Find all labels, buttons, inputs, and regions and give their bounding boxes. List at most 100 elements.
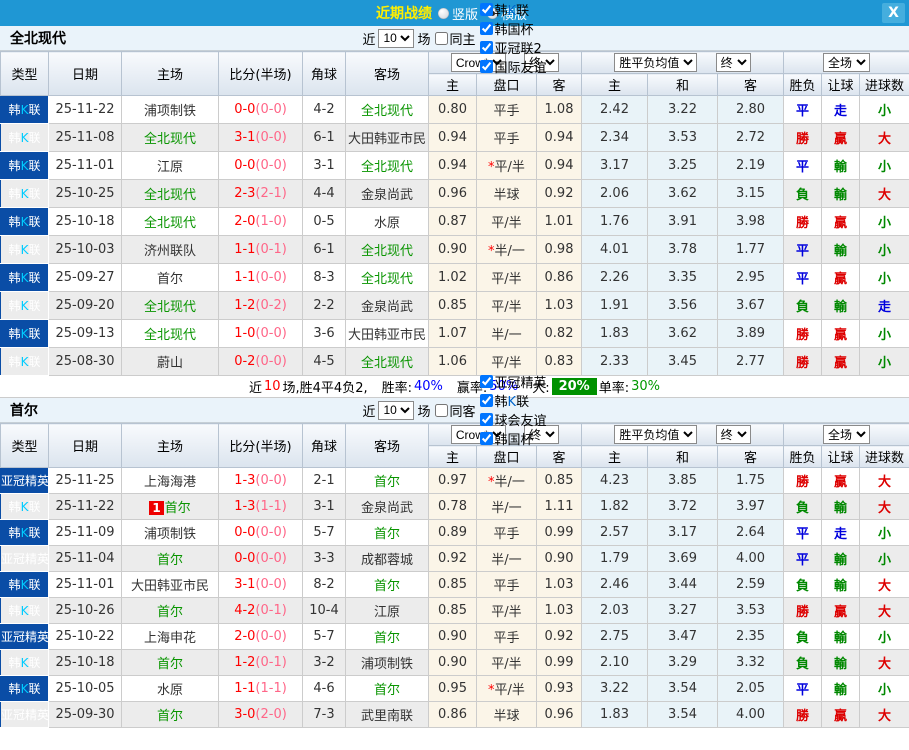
away-team: 金泉尚武	[345, 291, 429, 320]
col-corners: 角球	[302, 423, 346, 468]
k-letter: K	[20, 187, 29, 201]
avg-home-odds: 1.79	[581, 545, 649, 572]
avg-draw-odds: 3.47	[647, 623, 719, 650]
halftime-score: (2-0)	[255, 707, 287, 722]
near-label: 近	[362, 32, 376, 48]
fulltime-select-1[interactable]: 全场	[823, 425, 871, 444]
match-date: 25-10-25	[48, 179, 122, 208]
league-checkbox[interactable]	[479, 432, 493, 445]
league-checkbox[interactable]	[479, 3, 493, 16]
league-filter[interactable]: 球会友谊	[479, 410, 547, 429]
league-filter[interactable]: 韩国杯	[479, 19, 547, 38]
avg-away-odds: 2.59	[717, 571, 785, 598]
same-venue-filter-0[interactable]: 同主	[434, 29, 476, 48]
halftime-score: (0-0)	[255, 158, 287, 173]
avg-odds-select-1[interactable]: 胜平负均值	[614, 425, 698, 444]
avg-odds-select-0[interactable]: 胜平负均值	[614, 53, 698, 72]
home-team-name: 大田韩亚市民	[130, 579, 209, 594]
fulltime-score: 1-3	[234, 499, 256, 514]
corners: 0-5	[302, 207, 346, 236]
goals-result: 小	[859, 151, 909, 180]
match-type-badge: 亚冠精英	[0, 701, 49, 728]
league-filters-1: 亚冠精英 韩K联 球会友谊 韩国杯	[479, 372, 547, 448]
match-date: 25-11-01	[48, 571, 122, 598]
halftime-score: (0-0)	[255, 577, 287, 592]
avg-draw-odds: 3.44	[647, 571, 719, 598]
away-team: 大田韩亚市民	[345, 123, 429, 152]
home-team: 全北现代	[121, 207, 219, 236]
match-type-badge: 韩K联	[0, 95, 49, 124]
handicap-away-odds: 0.93	[535, 675, 583, 702]
match-row: 韩K联 25-11-08 全北现代 3-1(0-0) 6-1 大田韩亚市民 0.94 平手 0.…	[0, 123, 909, 152]
match-count-select-1[interactable]: 10	[378, 400, 415, 420]
final-odds-select-0b[interactable]: 终	[715, 53, 751, 72]
fulltime-score: 2-3	[234, 186, 256, 201]
avg-odds-group-1: 胜平负均值 终	[581, 423, 785, 446]
avg-home-odds: 2.42	[581, 95, 649, 124]
handicap-line: 半/一	[476, 319, 537, 348]
same-venue-checkbox-0[interactable]	[434, 31, 448, 45]
league-filter[interactable]: 亚冠联2	[479, 38, 547, 57]
away-team: 成都蓉城	[345, 545, 429, 572]
league-filter[interactable]: 韩国杯	[479, 429, 547, 448]
handicap-result: 贏	[821, 597, 861, 624]
col-handicap-home: 主	[428, 73, 477, 96]
avg-draw-odds: 3.78	[647, 235, 719, 264]
same-venue-filter-1[interactable]: 同客	[434, 401, 476, 420]
league-filter[interactable]: 亚冠精英	[479, 372, 547, 391]
handicap-result: 走	[821, 95, 861, 124]
avg-draw-odds: 3.29	[647, 649, 719, 676]
fulltime-score: 0-0	[234, 158, 256, 173]
score: 1-2(0-1)	[218, 649, 303, 676]
handicap-home-odds: 0.90	[428, 235, 477, 264]
avg-draw-odds: 3.72	[647, 493, 719, 520]
handicap-result: 走	[821, 519, 861, 546]
handicap-result: 輸	[821, 571, 861, 598]
fulltime-select-0[interactable]: 全场	[823, 53, 871, 72]
score: 1-1(0-1)	[218, 235, 303, 264]
league-checkbox[interactable]	[479, 394, 493, 407]
league-filter[interactable]: 国际友谊	[479, 57, 547, 76]
final-odds-select-1b[interactable]: 终	[715, 425, 751, 444]
handicap-away-odds: 0.94	[535, 123, 583, 152]
col-score: 比分(半场)	[218, 423, 303, 468]
league-checkbox[interactable]	[479, 60, 493, 73]
match-row: 韩K联 25-10-18 首尔 1-2(0-1) 3-2 浦项制铁 0.90 平/半 0.99 2…	[0, 649, 909, 676]
avg-draw-odds: 3.62	[647, 179, 719, 208]
score: 2-0(0-0)	[218, 623, 303, 650]
fulltime-score: 3-1	[234, 577, 256, 592]
home-team: 江原	[121, 151, 219, 180]
halftime-score: (1-0)	[255, 214, 287, 229]
corners: 2-2	[302, 291, 346, 320]
handicap-away-odds: 1.03	[535, 571, 583, 598]
fulltime-score: 1-2	[234, 298, 256, 313]
goals-result: 小	[859, 675, 909, 702]
home-team: 1 首尔	[121, 493, 219, 520]
corners: 8-2	[302, 571, 346, 598]
league-checkbox[interactable]	[479, 413, 493, 426]
league-filter[interactable]: 韩K联	[479, 391, 547, 410]
corners: 3-3	[302, 545, 346, 572]
league-checkbox[interactable]	[479, 41, 493, 54]
avg-home-odds: 2.33	[581, 347, 649, 376]
home-team-name: 水原	[156, 683, 183, 698]
matches-table-1: 类型 日期 主场 比分(半场) 角球 客场 Crow* 终 胜平负均值 终 全场	[0, 423, 909, 728]
match-result: 平	[783, 95, 823, 124]
league-checkbox[interactable]	[479, 22, 493, 35]
league-checkbox[interactable]	[479, 375, 493, 388]
handicap-result: 輸	[821, 623, 861, 650]
match-count-select-0[interactable]: 10	[378, 28, 415, 48]
corners: 6-1	[302, 235, 346, 264]
handicap-away-odds: 1.08	[535, 95, 583, 124]
same-venue-checkbox-1[interactable]	[434, 403, 448, 417]
match-date: 25-08-30	[48, 347, 122, 376]
handicap-away-odds: 0.82	[535, 319, 583, 348]
close-button[interactable]: X	[882, 3, 905, 23]
handicap-home-odds: 0.80	[428, 95, 477, 124]
home-team: 济州联队	[121, 235, 219, 264]
col-handicap-result: 让球	[821, 445, 861, 468]
league-filter[interactable]: 韩K联	[479, 0, 547, 19]
rank-badge: 1	[149, 501, 164, 515]
goals-result: 大	[859, 179, 909, 208]
away-team: 首尔	[345, 571, 429, 598]
